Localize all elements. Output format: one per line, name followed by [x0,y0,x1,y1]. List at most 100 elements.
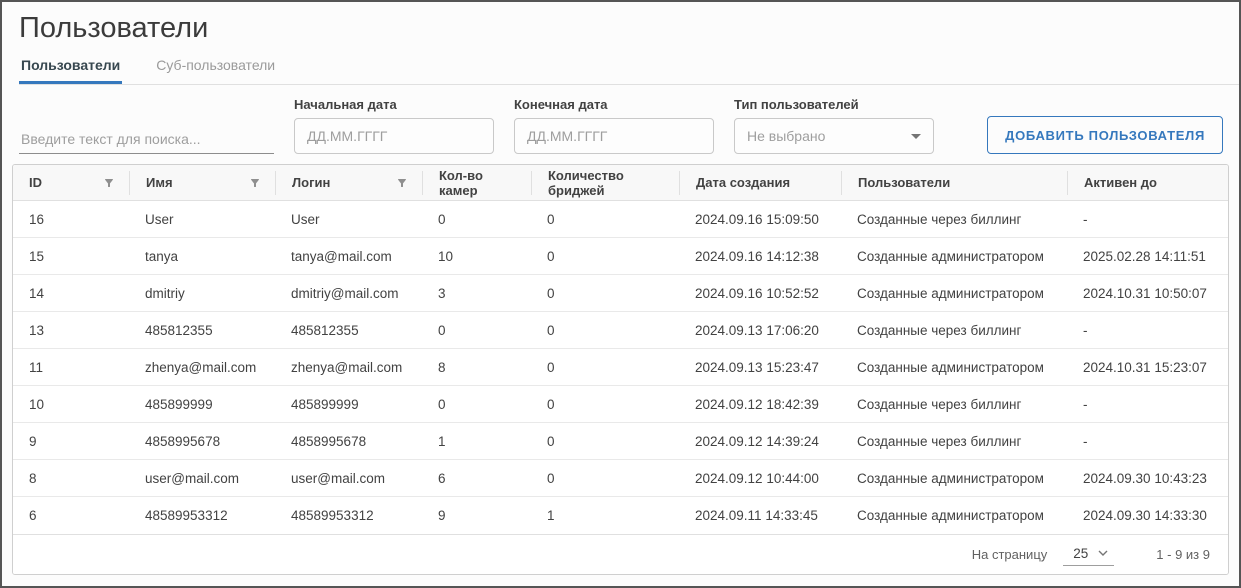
column-header-name[interactable]: Имя [129,171,275,195]
cell-name: tanya [129,249,275,264]
cell-id: 15 [13,249,129,264]
per-page-label: На страницу [972,547,1048,562]
cell-created: 2024.09.12 18:42:39 [679,397,841,412]
column-header-label: Имя [146,175,173,190]
column-header-cameras[interactable]: Кол-во камер [422,171,531,195]
column-header-label: Дата создания [696,175,790,190]
cell-name: user@mail.com [129,471,275,486]
table-row[interactable]: 8user@mail.comuser@mail.com602024.09.12 … [13,460,1228,497]
column-header-label: Кол-во камер [439,168,517,198]
cell-active_to: 2024.10.31 15:23:07 [1067,360,1228,375]
cell-id: 6 [13,508,129,523]
cell-bridges: 0 [531,397,679,412]
column-header-bridges[interactable]: Количество бриджей [531,171,679,195]
user-type-label: Тип пользователей [734,97,934,112]
start-date-input[interactable] [294,118,494,154]
table-row[interactable]: 15tanyatanya@mail.com1002024.09.16 14:12… [13,238,1228,275]
table-footer: На страницу 25 1 - 9 из 9 [13,534,1228,574]
table-row[interactable]: 64858995331248589953312912024.09.11 14:3… [13,497,1228,534]
cell-login: 485812355 [275,323,422,338]
cell-bridges: 0 [531,286,679,301]
cell-users: Созданные через биллинг [841,397,1067,412]
cell-created: 2024.09.13 15:23:47 [679,360,841,375]
cell-created: 2024.09.16 10:52:52 [679,286,841,301]
user-type-field: Тип пользователей Не выбрано [734,97,934,154]
cell-bridges: 0 [531,212,679,227]
column-header-label: ID [29,175,42,190]
cell-name: 485899999 [129,397,275,412]
user-type-selected-value: Не выбрано [747,128,825,144]
table-row[interactable]: 16UserUser002024.09.16 15:09:50Созданные… [13,201,1228,238]
funnel-icon[interactable] [249,177,261,189]
column-header-users[interactable]: Пользователи [841,171,1067,195]
tab-bar: Пользователи Суб-пользователи [19,57,1239,85]
end-date-field: Конечная дата [514,97,714,154]
per-page-select[interactable]: 25 [1063,544,1114,566]
cell-bridges: 0 [531,323,679,338]
column-header-id[interactable]: ID [13,171,129,195]
cell-id: 11 [13,360,129,375]
funnel-icon[interactable] [396,177,408,189]
cell-cameras: 0 [422,397,531,412]
cell-bridges: 0 [531,360,679,375]
chevron-down-icon [1098,550,1108,556]
funnel-icon[interactable] [103,177,115,189]
user-type-select[interactable]: Не выбрано [734,118,934,154]
add-user-button[interactable]: ДОБАВИТЬ ПОЛЬЗОВАТЕЛЯ [987,116,1223,154]
table-row[interactable]: 10485899999485899999002024.09.12 18:42:3… [13,386,1228,423]
cell-users: Созданные через биллинг [841,212,1067,227]
cell-created: 2024.09.11 14:33:45 [679,508,841,523]
cell-users: Созданные администратором [841,471,1067,486]
end-date-input[interactable] [514,118,714,154]
cell-cameras: 10 [422,249,531,264]
cell-users: Созданные администратором [841,360,1067,375]
cell-created: 2024.09.16 15:09:50 [679,212,841,227]
table-row[interactable]: 14dmitriydmitriy@mail.com302024.09.16 10… [13,275,1228,312]
cell-cameras: 6 [422,471,531,486]
cell-id: 13 [13,323,129,338]
tab-users[interactable]: Пользователи [19,57,122,84]
cell-id: 14 [13,286,129,301]
cell-cameras: 0 [422,212,531,227]
cell-users: Созданные через биллинг [841,434,1067,449]
cell-name: 4858995678 [129,434,275,449]
cell-login: 48589953312 [275,508,422,523]
cell-id: 10 [13,397,129,412]
cell-id: 16 [13,212,129,227]
column-header-login[interactable]: Логин [275,171,422,195]
cell-id: 9 [13,434,129,449]
cell-bridges: 0 [531,471,679,486]
table-row[interactable]: 948589956784858995678102024.09.12 14:39:… [13,423,1228,460]
table-body: 16UserUser002024.09.16 15:09:50Созданные… [13,201,1228,534]
cell-active_to: - [1067,212,1228,227]
cell-cameras: 9 [422,508,531,523]
cell-active_to: 2024.10.31 10:50:07 [1067,286,1228,301]
cell-id: 8 [13,471,129,486]
cell-created: 2024.09.13 17:06:20 [679,323,841,338]
table-row[interactable]: 11zhenya@mail.comzhenya@mail.com802024.0… [13,349,1228,386]
column-header-active_to[interactable]: Активен до [1067,171,1228,195]
caret-down-icon [911,134,921,139]
cell-cameras: 0 [422,323,531,338]
start-date-label: Начальная дата [294,97,494,112]
table-row[interactable]: 13485812355485812355002024.09.13 17:06:2… [13,312,1228,349]
cell-users: Созданные администратором [841,249,1067,264]
cell-bridges: 1 [531,508,679,523]
column-header-created[interactable]: Дата создания [679,171,841,195]
per-page-value: 25 [1073,546,1088,561]
tab-sub-users[interactable]: Суб-пользователи [154,57,277,84]
cell-active_to: 2024.09.30 10:43:23 [1067,471,1228,486]
cell-active_to: - [1067,323,1228,338]
cell-created: 2024.09.16 14:12:38 [679,249,841,264]
cell-users: Созданные администратором [841,508,1067,523]
cell-bridges: 0 [531,434,679,449]
cell-login: 4858995678 [275,434,422,449]
cell-cameras: 1 [422,434,531,449]
cell-login: tanya@mail.com [275,249,422,264]
pagination-range: 1 - 9 из 9 [1156,547,1210,562]
cell-login: dmitriy@mail.com [275,286,422,301]
cell-created: 2024.09.12 10:44:00 [679,471,841,486]
cell-login: 485899999 [275,397,422,412]
column-header-label: Логин [292,175,330,190]
search-input[interactable] [19,125,274,154]
